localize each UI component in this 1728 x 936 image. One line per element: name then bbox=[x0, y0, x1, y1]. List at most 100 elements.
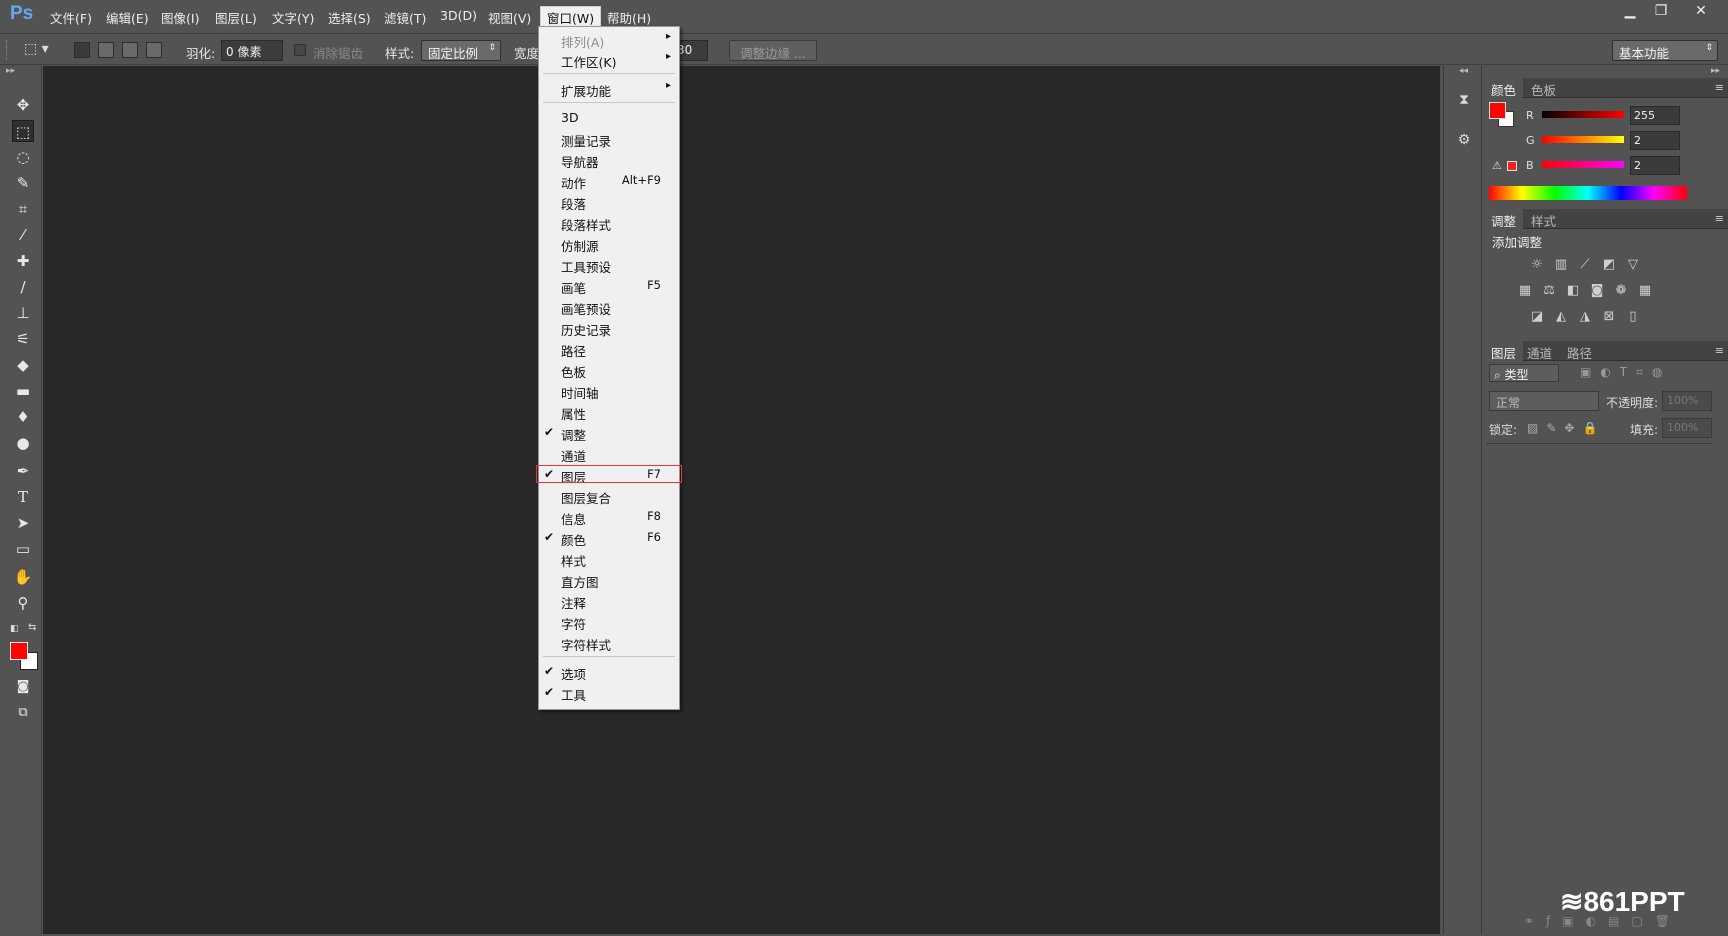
selective-color-icon[interactable]: ▯ bbox=[1623, 308, 1643, 326]
healing-brush-tool-icon[interactable]: ✚ bbox=[12, 250, 34, 272]
window-menu-item[interactable]: ✔ 选项 bbox=[539, 662, 679, 682]
dodge-tool-icon[interactable]: ● bbox=[12, 432, 34, 454]
window-menu-item[interactable]: 信息 F8 bbox=[539, 507, 679, 527]
menu-filter[interactable]: 滤镜(T) bbox=[384, 8, 426, 27]
g-input[interactable]: 2 bbox=[1630, 131, 1680, 150]
window-menu-item[interactable]: 字符 bbox=[539, 612, 679, 632]
canvas-area[interactable] bbox=[43, 66, 1440, 934]
history-brush-tool-icon[interactable]: ⚟ bbox=[12, 328, 34, 350]
crop-tool-icon[interactable]: ⌗ bbox=[12, 198, 34, 220]
quick-select-tool-icon[interactable]: ✎ bbox=[12, 172, 34, 194]
layers-list[interactable] bbox=[1486, 443, 1712, 909]
r-input[interactable]: 255 bbox=[1630, 106, 1680, 125]
vibrance-icon[interactable]: ▽ bbox=[1623, 256, 1643, 274]
pen-tool-icon[interactable]: ✒ bbox=[12, 460, 34, 482]
g-slider[interactable] bbox=[1542, 136, 1624, 143]
opacity-input[interactable]: 100% bbox=[1662, 391, 1712, 411]
window-menu-item[interactable]: 扩展功能 ▸ bbox=[539, 79, 679, 99]
window-menu-item[interactable]: 段落样式 bbox=[539, 213, 679, 233]
tab-styles[interactable]: 样式 bbox=[1524, 209, 1563, 229]
window-menu-item[interactable]: 时间轴 bbox=[539, 381, 679, 401]
antialias-checkbox[interactable] bbox=[294, 44, 306, 56]
subtract-selection-icon[interactable] bbox=[122, 42, 138, 58]
move-tool-icon[interactable]: ✥ bbox=[12, 94, 34, 116]
window-menu-item[interactable]: 导航器 bbox=[539, 150, 679, 170]
expand-icon[interactable]: ▸▸ bbox=[1711, 66, 1720, 76]
feather-input[interactable]: 0 像素 bbox=[221, 40, 283, 61]
workspace-select[interactable]: 基本功能 ⇕ bbox=[1612, 40, 1718, 61]
eyedropper-tool-icon[interactable]: ⁄ bbox=[12, 224, 34, 246]
window-menu-item[interactable]: 路径 bbox=[539, 339, 679, 359]
threshold-icon[interactable]: ◮ bbox=[1575, 308, 1595, 326]
r-slider[interactable] bbox=[1542, 111, 1624, 118]
menu-3d[interactable]: 3D(D) bbox=[440, 8, 477, 23]
window-menu-item[interactable]: 仿制源 bbox=[539, 234, 679, 254]
lock-icons[interactable]: ▨✎✥🔒 bbox=[1527, 421, 1605, 435]
tab-swatches[interactable]: 色板 bbox=[1524, 78, 1563, 98]
hue-saturation-icon[interactable]: ▦ bbox=[1515, 282, 1535, 300]
color-fg-swatch[interactable] bbox=[1489, 102, 1506, 119]
eraser-tool-icon[interactable]: ◆ bbox=[12, 354, 34, 376]
type-tool-icon[interactable]: T bbox=[12, 486, 34, 508]
brush-tool-icon[interactable]: ∕ bbox=[12, 276, 34, 298]
panel-menu-icon[interactable]: ≡ bbox=[1715, 212, 1724, 225]
window-menu-item[interactable]: ✔ 工具 bbox=[539, 683, 679, 703]
window-menu-item[interactable]: 通道 bbox=[539, 444, 679, 464]
stamp-tool-icon[interactable]: ⊥ bbox=[12, 302, 34, 324]
path-select-tool-icon[interactable]: ➤ bbox=[12, 512, 34, 534]
black-white-icon[interactable]: ◧ bbox=[1563, 282, 1583, 300]
tab-paths[interactable]: 路径 bbox=[1560, 341, 1599, 361]
history-panel-icon[interactable]: ⧗ bbox=[1454, 90, 1474, 110]
gamut-color-swatch[interactable] bbox=[1507, 161, 1517, 171]
default-colors-icon[interactable]: ◧ bbox=[10, 624, 19, 634]
collapse-icon[interactable]: ▸▸ bbox=[6, 66, 15, 76]
window-menu-item[interactable]: ✔ 调整 bbox=[539, 423, 679, 443]
photo-filter-icon[interactable]: ◙ bbox=[1587, 282, 1607, 300]
window-menu-item[interactable]: 样式 bbox=[539, 549, 679, 569]
menu-file[interactable]: 文件(F) bbox=[50, 8, 92, 27]
screen-mode-icon[interactable]: ⧉ bbox=[12, 702, 34, 724]
swap-colors-icon[interactable]: ⇆ bbox=[28, 622, 36, 633]
tab-color[interactable]: 颜色 bbox=[1484, 78, 1524, 98]
foreground-color-swatch[interactable] bbox=[10, 642, 28, 660]
b-input[interactable]: 2 bbox=[1630, 156, 1680, 175]
window-menu-item[interactable]: 测量记录 bbox=[539, 129, 679, 149]
refine-edge-button[interactable]: 调整边缘 ... bbox=[729, 40, 817, 61]
close-button[interactable]: ✕ bbox=[1681, 1, 1721, 21]
window-menu-item[interactable]: 属性 bbox=[539, 402, 679, 422]
color-balance-icon[interactable]: ⚖ bbox=[1539, 282, 1559, 300]
panel-menu-icon[interactable]: ≡ bbox=[1715, 344, 1724, 357]
blur-tool-icon[interactable]: ♦ bbox=[12, 406, 34, 428]
window-menu-item[interactable]: 段落 bbox=[539, 192, 679, 212]
quick-mask-icon[interactable]: ◙ bbox=[12, 676, 34, 698]
gamut-warning-icon[interactable]: ⚠ bbox=[1492, 159, 1502, 172]
window-menu-item[interactable]: 注释 bbox=[539, 591, 679, 611]
layer-filter-icons[interactable]: ▣◐T⌗◍ bbox=[1580, 365, 1671, 380]
gradient-tool-icon[interactable]: ▬ bbox=[12, 380, 34, 402]
hand-tool-icon[interactable]: ✋ bbox=[12, 566, 34, 588]
blend-mode-select[interactable]: 正常 bbox=[1489, 391, 1599, 411]
brightness-icon[interactable]: ☼ bbox=[1527, 256, 1547, 274]
tab-adjustments[interactable]: 调整 bbox=[1484, 209, 1524, 229]
curves-icon[interactable]: ⟋ bbox=[1575, 256, 1595, 274]
window-menu-item[interactable]: 直方图 bbox=[539, 570, 679, 590]
marquee-preset-icon[interactable]: ⬚ ▾ bbox=[24, 41, 60, 61]
window-menu-item[interactable]: 图层复合 bbox=[539, 486, 679, 506]
levels-icon[interactable]: ▥ bbox=[1551, 256, 1571, 274]
menu-edit[interactable]: 编辑(E) bbox=[106, 8, 149, 27]
fill-input[interactable]: 100% bbox=[1662, 418, 1712, 438]
options-grip[interactable] bbox=[6, 40, 9, 60]
style-select[interactable]: 固定比例 ⇕ bbox=[421, 40, 501, 61]
gradient-map-icon[interactable]: ⊠ bbox=[1599, 308, 1619, 326]
posterize-icon[interactable]: ◭ bbox=[1551, 308, 1571, 326]
collapse-icon[interactable]: ◂◂ bbox=[1459, 66, 1468, 76]
window-menu-item[interactable]: 画笔预设 bbox=[539, 297, 679, 317]
rectangle-tool-icon[interactable]: ▭ bbox=[12, 538, 34, 560]
b-slider[interactable] bbox=[1542, 161, 1624, 168]
menu-select[interactable]: 选择(S) bbox=[328, 8, 371, 27]
window-menu-item[interactable]: 字符样式 bbox=[539, 633, 679, 653]
tab-layers[interactable]: 图层 bbox=[1484, 341, 1524, 361]
window-menu-item[interactable]: 动作 Alt+F9 bbox=[539, 171, 679, 191]
invert-icon[interactable]: ◪ bbox=[1527, 308, 1547, 326]
properties-panel-icon[interactable]: ⚙ bbox=[1454, 130, 1474, 150]
